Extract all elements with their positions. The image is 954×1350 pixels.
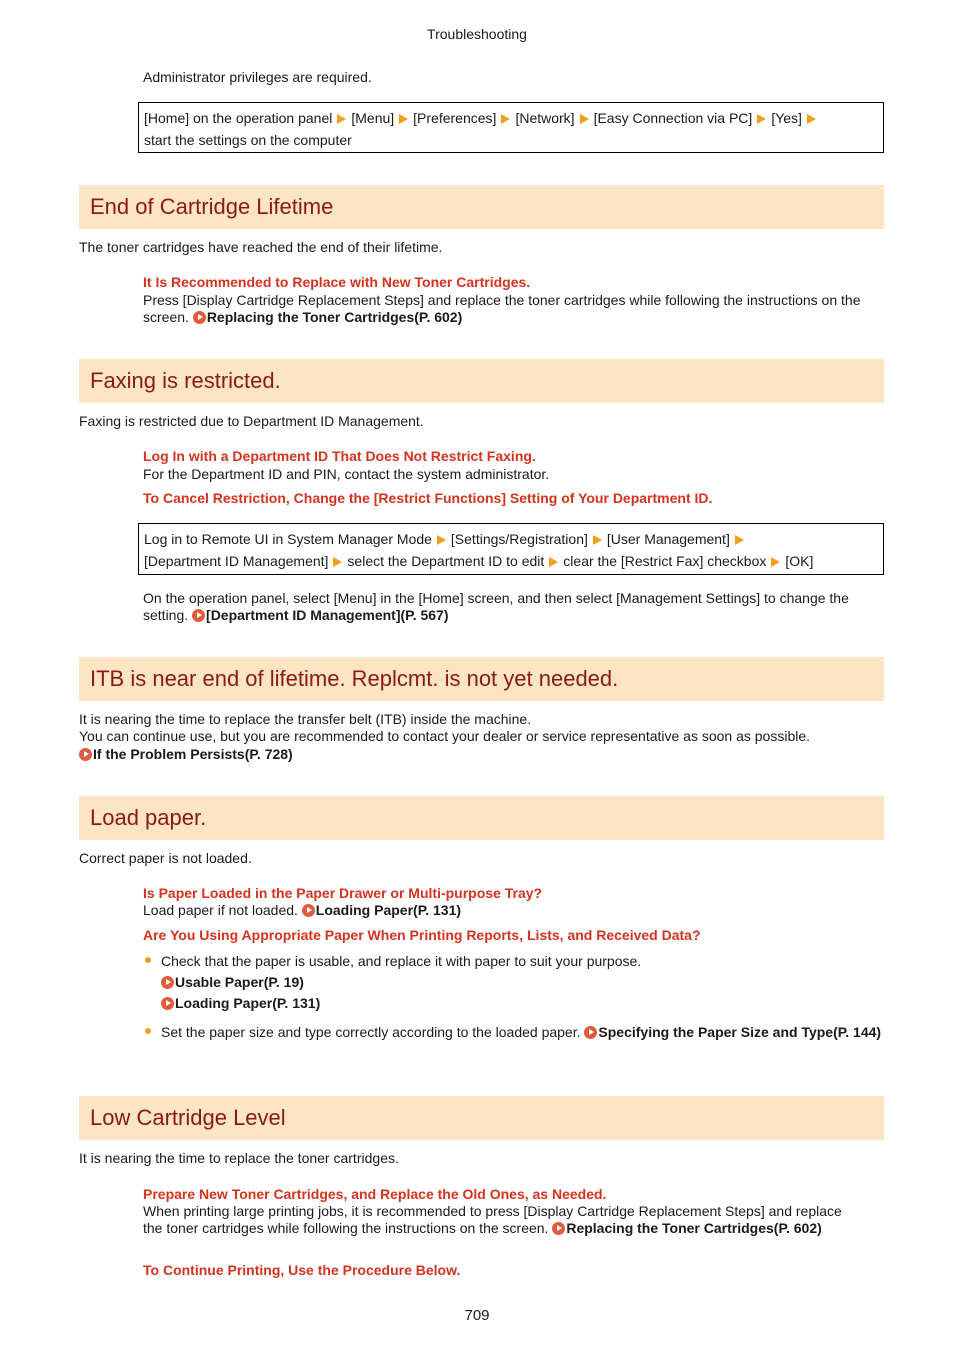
- arrow-right-icon: [399, 114, 409, 124]
- section-description: Correct paper is not loaded.: [79, 850, 252, 866]
- link-arrow-icon: [552, 1222, 566, 1235]
- bullet-text: Set the paper size and type correctly ac…: [161, 1024, 581, 1040]
- arrow-right-icon: [734, 535, 744, 545]
- link-label: [Department ID Management](P. 567): [206, 607, 449, 623]
- arrow-right-icon: [501, 114, 511, 124]
- link-label: If the Problem Persists(P. 728): [93, 746, 293, 762]
- instruction-text: Load paper if not loaded. Loading Paper(…: [143, 902, 885, 919]
- section-heading-low-cartridge-level: Low Cartridge Level: [79, 1096, 884, 1140]
- path-step: [Home] on the operation panel: [144, 110, 333, 126]
- path-step: [Easy Connection via PC]: [593, 110, 753, 126]
- instruction-text: For the Department ID and PIN, contact t…: [143, 466, 550, 482]
- section-heading-load-paper: Load paper.: [79, 796, 884, 840]
- path-step: [Menu]: [351, 110, 395, 126]
- section-description: It is nearing the time to replace the to…: [79, 1150, 399, 1166]
- section-heading-itb-near-end: ITB is near end of lifetime. Replcmt. is…: [79, 657, 884, 701]
- path-step: [Department ID Management]: [144, 553, 329, 569]
- procedure-box-easy-connection: [Home] on the operation panel [Menu] [Pref…: [138, 102, 884, 153]
- link-department-id-management[interactable]: [Department ID Management](P. 567): [192, 607, 449, 623]
- instruction-text: When printing large printing jobs, it is…: [143, 1203, 858, 1237]
- arrow-right-icon: [592, 535, 602, 545]
- bullet-text: Check that the paper is usable, and repl…: [161, 953, 642, 969]
- admin-note: Administrator privileges are required.: [143, 69, 372, 85]
- bullet-icon: [145, 957, 151, 963]
- link-replacing-toner-cartridges[interactable]: Replacing the Toner Cartridges(P. 602): [552, 1220, 822, 1236]
- link-label: Loading Paper(P. 131): [175, 995, 321, 1011]
- bullet-item: Check that the paper is usable, and repl…: [145, 951, 884, 1014]
- link-label: Usable Paper(P. 19): [175, 974, 304, 990]
- bullet-icon: [145, 1028, 151, 1034]
- path-step: [Network]: [515, 110, 575, 126]
- path-step: clear the [Restrict Fax] checkbox: [563, 553, 767, 569]
- instruction-body: Load paper if not loaded.: [143, 902, 298, 918]
- section-description: Faxing is restricted due to Department I…: [79, 413, 424, 429]
- instruction-text: On the operation panel, select [Menu] in…: [143, 590, 885, 624]
- bullet-item: Set the paper size and type correctly ac…: [145, 1022, 884, 1043]
- path-step: Log in to Remote UI in System Manager Mo…: [144, 531, 432, 547]
- link-arrow-icon: [161, 976, 174, 989]
- link-arrow-icon: [584, 1026, 598, 1039]
- link-label: Replacing the Toner Cartridges(P. 602): [566, 1220, 822, 1236]
- link-label: Specifying the Paper Size and Type(P. 14…: [598, 1024, 882, 1040]
- arrow-right-icon: [333, 557, 343, 567]
- subheading: It Is Recommended to Replace with New To…: [143, 274, 531, 290]
- subheading: Prepare New Toner Cartridges, and Replac…: [143, 1186, 607, 1202]
- instruction-text: Press [Display Cartridge Replacement Ste…: [143, 292, 885, 326]
- path-step: [Preferences]: [413, 110, 497, 126]
- link-label: Loading Paper(P. 131): [315, 902, 462, 918]
- link-loading-paper[interactable]: Loading Paper(P. 131): [161, 993, 884, 1014]
- link-arrow-icon: [192, 609, 206, 622]
- link-specifying-paper-size[interactable]: Specifying the Paper Size and Type(P. 14…: [584, 1024, 881, 1040]
- path-step: [Yes]: [771, 110, 802, 126]
- link-usable-paper[interactable]: Usable Paper(P. 19): [161, 972, 884, 993]
- link-arrow-icon: [301, 904, 315, 917]
- path-step: [Settings/Registration]: [450, 531, 588, 547]
- subheading: Is Paper Loaded in the Paper Drawer or M…: [143, 885, 543, 901]
- arrow-right-icon: [337, 114, 347, 124]
- subheading: To Continue Printing, Use the Procedure …: [143, 1262, 461, 1278]
- procedure-box-department-id: Log in to Remote UI in System Manager Mo…: [138, 523, 884, 575]
- subheading: To Cancel Restriction, Change the [Restr…: [143, 490, 713, 506]
- link-loading-paper[interactable]: Loading Paper(P. 131): [301, 902, 462, 918]
- path-step: start the settings on the computer: [144, 132, 352, 148]
- section-heading-end-of-cartridge-lifetime: End of Cartridge Lifetime: [79, 185, 884, 229]
- arrow-right-icon: [549, 557, 559, 567]
- link-label: Replacing the Toner Cartridges(P. 602): [206, 309, 463, 325]
- arrow-right-icon: [579, 114, 589, 124]
- arrow-right-icon: [806, 114, 816, 124]
- arrow-right-icon: [771, 557, 781, 567]
- path-step: [OK]: [785, 553, 814, 569]
- running-header: Troubleshooting: [427, 26, 527, 42]
- arrow-right-icon: [757, 114, 767, 124]
- section-description: The toner cartridges have reached the en…: [79, 239, 443, 255]
- path-step: [User Management]: [606, 531, 730, 547]
- subheading: Are You Using Appropriate Paper When Pri…: [143, 927, 701, 943]
- link-arrow-icon: [192, 311, 206, 324]
- section-heading-faxing-restricted: Faxing is restricted.: [79, 359, 884, 403]
- section-description: You can continue use, but you are recomm…: [79, 728, 811, 744]
- link-arrow-icon: [79, 748, 92, 761]
- subheading: Log In with a Department ID That Does No…: [143, 448, 536, 464]
- path-step: select the Department ID to edit: [347, 553, 545, 569]
- section-description: It is nearing the time to replace the tr…: [79, 711, 532, 727]
- link-arrow-icon: [161, 997, 174, 1010]
- link-if-problem-persists[interactable]: If the Problem Persists(P. 728): [79, 746, 885, 763]
- arrow-right-icon: [436, 535, 446, 545]
- link-replacing-toner-cartridges[interactable]: Replacing the Toner Cartridges(P. 602): [192, 309, 463, 325]
- page-number: 709: [464, 1307, 490, 1324]
